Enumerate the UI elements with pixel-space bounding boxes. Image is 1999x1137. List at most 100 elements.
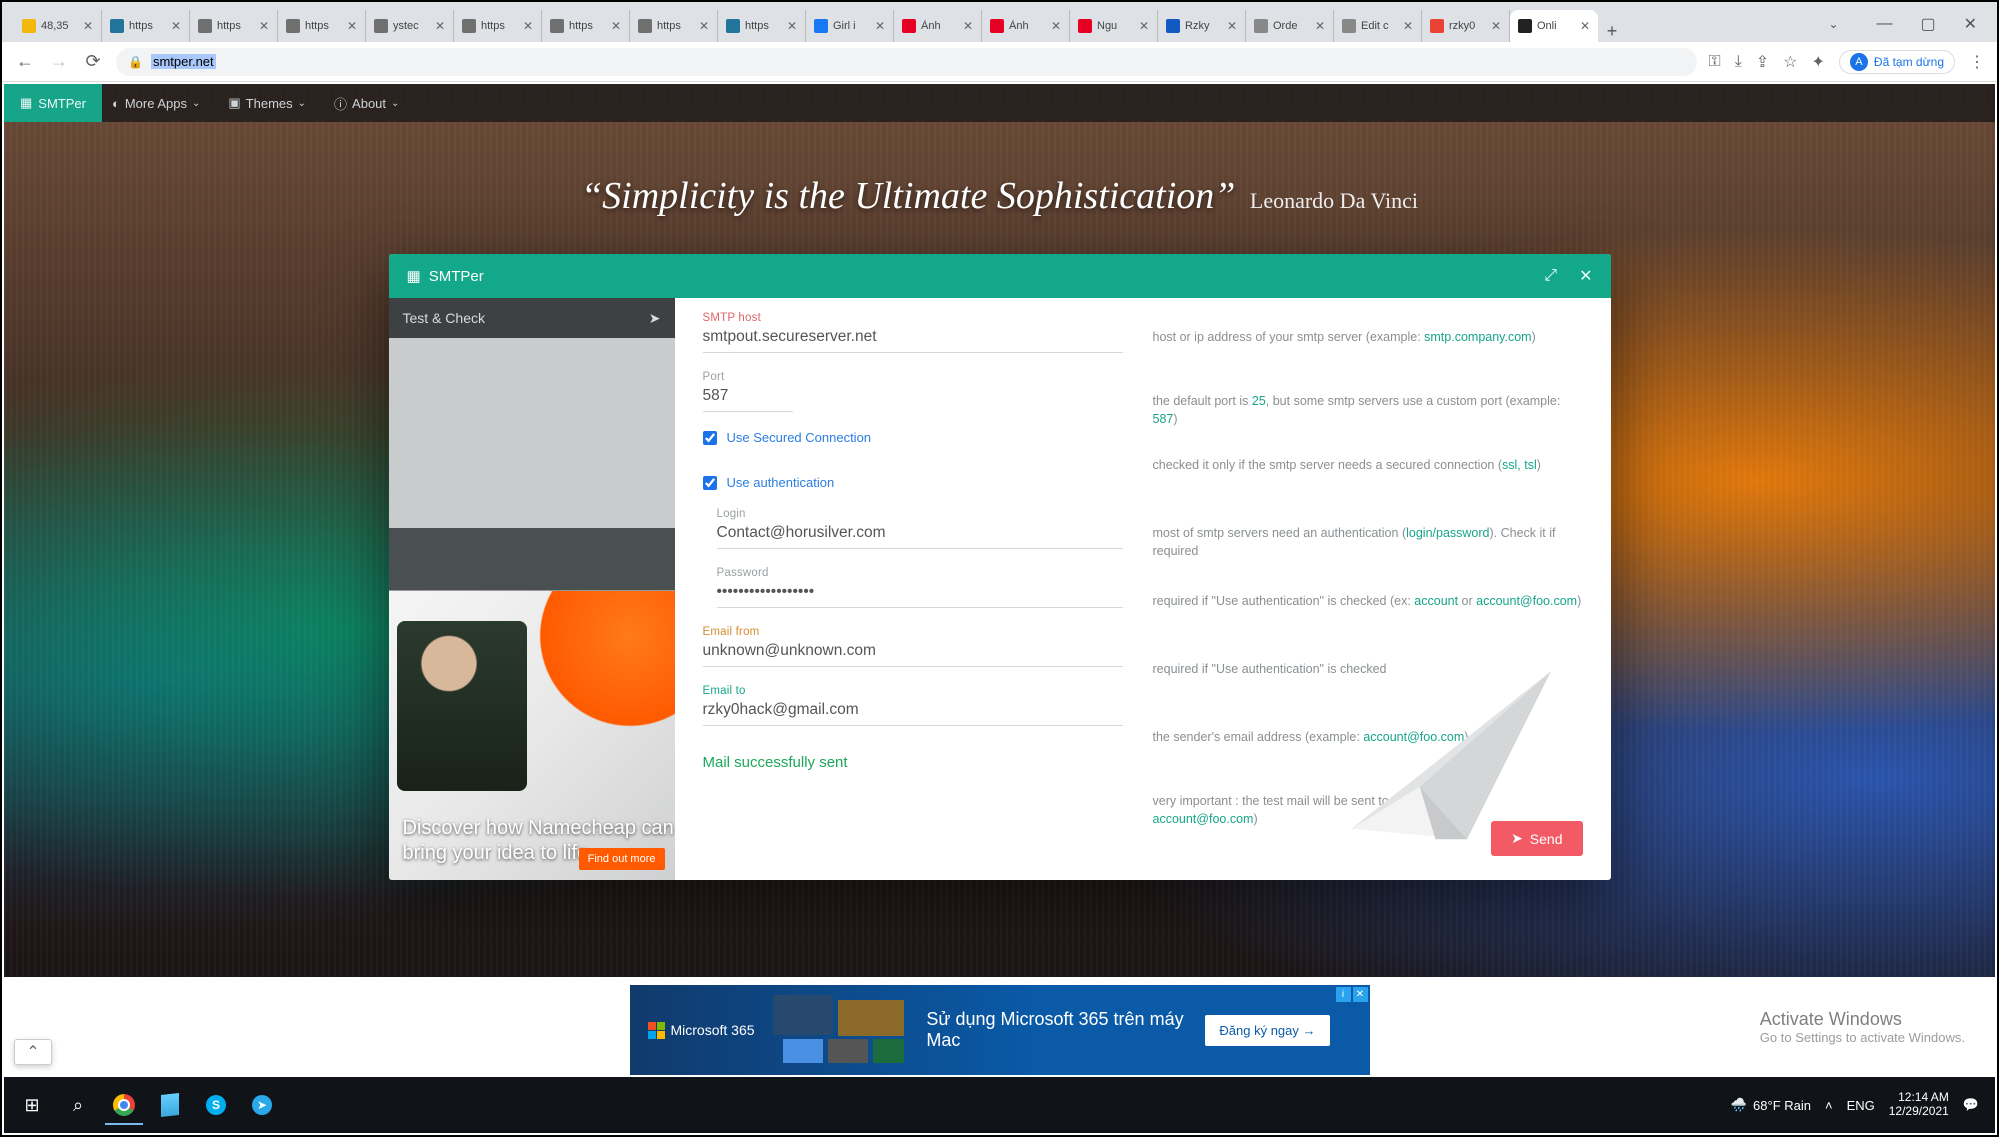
banner-thumbs: [773, 995, 905, 1065]
tab-close-icon[interactable]: ✕: [1315, 19, 1325, 33]
taskbar-chrome[interactable]: [102, 1083, 146, 1127]
tab-close-icon[interactable]: ✕: [523, 19, 533, 33]
tab-close-icon[interactable]: ✕: [1227, 19, 1237, 33]
browser-tab[interactable]: https✕: [454, 10, 542, 42]
expand-icon[interactable]: ⤢: [1544, 267, 1557, 285]
key-icon[interactable]: ⚿: [1709, 53, 1721, 71]
apps-icon: ◐: [112, 96, 120, 111]
tab-close-icon[interactable]: ✕: [1403, 19, 1413, 33]
new-tab-button[interactable]: +: [1598, 21, 1626, 42]
send-button[interactable]: ➤ Send: [1491, 821, 1582, 856]
sidebar-ad[interactable]: i✕ Discover how Namecheap can bring your…: [389, 590, 675, 880]
send-icon: ➤: [649, 310, 661, 327]
secured-checkbox[interactable]: [703, 431, 717, 445]
tab-close-icon[interactable]: ✕: [1491, 19, 1501, 33]
browser-tab[interactable]: Rzky✕: [1158, 10, 1246, 42]
tab-close-icon[interactable]: ✕: [259, 19, 269, 33]
browser-tab[interactable]: Orde✕: [1246, 10, 1334, 42]
banner-cta[interactable]: Đăng ký ngay →: [1205, 1015, 1329, 1046]
tab-close-icon[interactable]: ✕: [875, 19, 885, 33]
ad-cta[interactable]: Find out more: [579, 848, 665, 870]
bookmark-icon[interactable]: ☆: [1783, 52, 1797, 72]
auth-checkbox[interactable]: [703, 476, 717, 490]
start-button[interactable]: ⊞: [10, 1083, 54, 1127]
close-window-button[interactable]: ✕: [1964, 14, 1977, 34]
tab-close-icon[interactable]: ✕: [1580, 19, 1590, 33]
nav-about[interactable]: ⓘAbout⌄: [334, 94, 399, 113]
browser-tab[interactable]: https✕: [190, 10, 278, 42]
tab-close-icon[interactable]: ✕: [963, 19, 973, 33]
browser-tab[interactable]: https ✕: [278, 10, 366, 42]
sidebar-empty: [389, 338, 675, 528]
taskbar-weather[interactable]: 🌧️68°F Rain: [1731, 1097, 1811, 1113]
taskbar-notepad[interactable]: [148, 1083, 192, 1127]
port-input[interactable]: [703, 385, 793, 412]
maximize-button[interactable]: ▢: [1920, 14, 1935, 34]
favicon: [990, 19, 1004, 33]
notifications-icon[interactable]: 💬: [1963, 1097, 1979, 1113]
tab-close-icon[interactable]: ✕: [699, 19, 709, 33]
tab-close-icon[interactable]: ✕: [1139, 19, 1149, 33]
tab-title: https: [305, 20, 342, 32]
browser-tab[interactable]: Ngu ✕: [1070, 10, 1158, 42]
nav-more-apps[interactable]: ◐More Apps⌄: [112, 96, 200, 111]
tray-lang[interactable]: ENG: [1847, 1098, 1875, 1113]
back-button[interactable]: ←: [14, 51, 36, 72]
tab-overflow-button[interactable]: ⌄: [1818, 17, 1848, 31]
address-bar: ← → ⟳ 🔒 smtper.net ⚿ ⤓ ⇪ ☆ ✦ A Đã tạm dừ…: [2, 42, 1997, 82]
profile-chip[interactable]: A Đã tạm dừng: [1839, 50, 1955, 74]
tab-title: Girl i: [833, 20, 870, 32]
browser-tab[interactable]: https✕: [102, 10, 190, 42]
email-from-input[interactable]: [703, 640, 1123, 667]
site-nav: ▦ SMTPer ◐More Apps⌄ ▣Themes⌄ ⓘAbout⌄: [4, 84, 1995, 122]
auth-label[interactable]: Use authentication: [727, 475, 835, 490]
browser-tab[interactable]: Onli✕: [1510, 10, 1598, 42]
install-icon[interactable]: ⤓: [1735, 53, 1742, 71]
share-icon[interactable]: ⇪: [1756, 52, 1769, 72]
browser-tab[interactable]: Ảnh✕: [894, 10, 982, 42]
tray-chevron[interactable]: ˄: [1825, 1098, 1833, 1113]
browser-tab[interactable]: https✕: [542, 10, 630, 42]
browser-tab[interactable]: https✕: [630, 10, 718, 42]
search-button[interactable]: ⌕: [56, 1083, 100, 1127]
password-input[interactable]: [717, 581, 1123, 608]
reload-button[interactable]: ⟳: [82, 51, 104, 72]
url-input[interactable]: 🔒 smtper.net: [116, 48, 1697, 76]
taskbar-clock[interactable]: 12:14 AM 12/29/2021: [1889, 1091, 1949, 1119]
browser-tab[interactable]: Ảnh✕: [982, 10, 1070, 42]
tab-close-icon[interactable]: ✕: [787, 19, 797, 33]
kebab-menu[interactable]: ⋮: [1969, 52, 1985, 72]
tab-close-icon[interactable]: ✕: [435, 19, 445, 33]
smtp-host-input[interactable]: [703, 326, 1123, 353]
browser-tab[interactable]: 48,35✕: [14, 10, 102, 42]
forward-button[interactable]: →: [48, 51, 70, 72]
secured-label[interactable]: Use Secured Connection: [727, 430, 872, 445]
tab-close-icon[interactable]: ✕: [171, 19, 181, 33]
login-input[interactable]: [717, 522, 1123, 549]
tab-close-icon[interactable]: ✕: [83, 19, 93, 33]
browser-tab[interactable]: Girl i ✕: [806, 10, 894, 42]
taskbar-telegram[interactable]: ➤: [240, 1083, 284, 1127]
tab-title: Ngu: [1097, 20, 1134, 32]
tab-close-icon[interactable]: ✕: [347, 19, 357, 33]
nav-themes[interactable]: ▣Themes⌄: [228, 95, 306, 111]
favicon: [110, 19, 124, 33]
brand[interactable]: ▦ SMTPer: [4, 84, 102, 122]
email-to-input[interactable]: [703, 699, 1123, 726]
extensions-icon[interactable]: ✦: [1812, 52, 1825, 72]
adchoices-icon[interactable]: i✕: [1336, 987, 1368, 1002]
minimize-button[interactable]: —: [1876, 15, 1892, 33]
sidebar-tab-test[interactable]: Test & Check ➤: [389, 298, 675, 338]
ad-drawer-toggle[interactable]: ⌃: [14, 1039, 52, 1065]
browser-tab[interactable]: https✕: [718, 10, 806, 42]
favicon: [1166, 19, 1180, 33]
bottom-banner-ad[interactable]: i✕ Microsoft 365 Sử dụng Microsoft 365 t…: [630, 985, 1370, 1075]
taskbar-skype[interactable]: S: [194, 1083, 238, 1127]
close-icon[interactable]: ✕: [1579, 266, 1592, 286]
browser-tab[interactable]: ystec✕: [366, 10, 454, 42]
browser-tab[interactable]: rzky0✕: [1422, 10, 1510, 42]
browser-tab[interactable]: Edit c✕: [1334, 10, 1422, 42]
browser-tab-strip: 48,35✕https✕https✕https✕ystec✕https✕http…: [2, 2, 1997, 42]
tab-close-icon[interactable]: ✕: [1051, 19, 1061, 33]
tab-close-icon[interactable]: ✕: [611, 19, 621, 33]
